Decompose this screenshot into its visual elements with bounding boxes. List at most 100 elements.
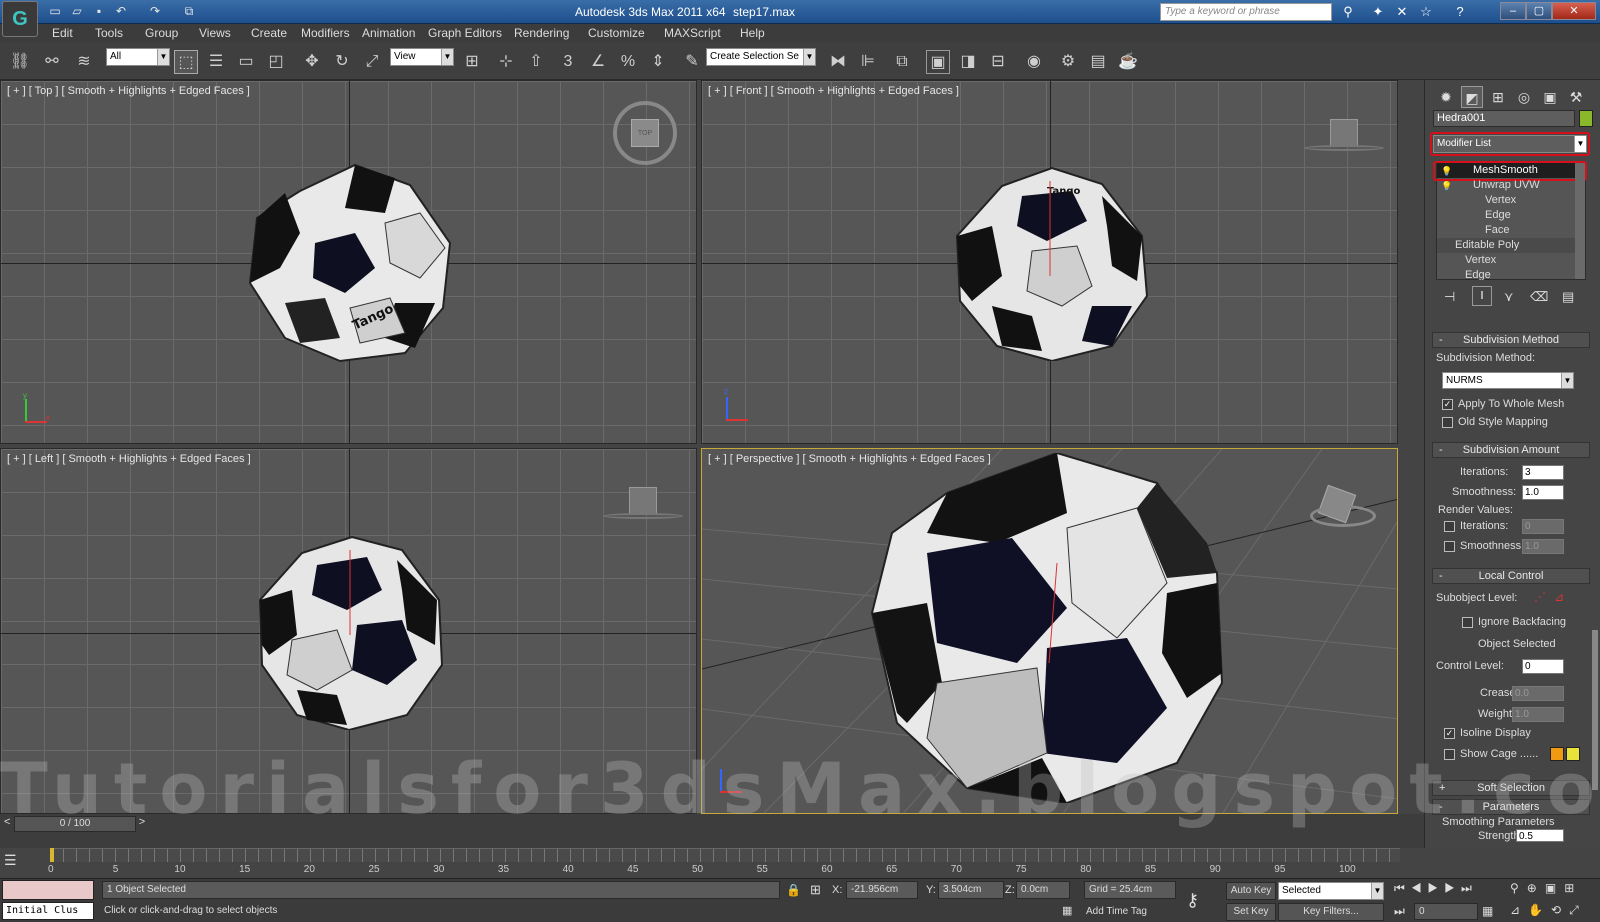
reference-coordinate-dropdown[interactable]: View ▼	[390, 48, 454, 66]
key-filters-button[interactable]: Key Filters...	[1278, 903, 1384, 921]
graphite-ribbon-icon[interactable]: ▣	[926, 50, 950, 74]
curve-editor-icon[interactable]: ◨	[956, 50, 980, 74]
create-tab-icon[interactable]: ✹	[1435, 86, 1457, 108]
key-mode-dropdown[interactable]: Selected ▼	[1278, 882, 1384, 900]
configure-modifier-sets-icon[interactable]: ▤	[1562, 289, 1574, 305]
viewport-label[interactable]: [ + ] [ Front ] [ Smooth + Highlights + …	[708, 85, 959, 97]
percent-snap-icon[interactable]: %	[616, 50, 640, 74]
weight-spinner[interactable]: 1.0	[1512, 707, 1564, 722]
rectangular-selection-icon[interactable]: ▭	[234, 50, 258, 74]
rollout-subdivision-method[interactable]: - Subdivision Method	[1432, 332, 1590, 348]
viewcube[interactable]	[629, 487, 657, 515]
viewport-label[interactable]: [ + ] [ Perspective ] [ Smooth + Highlig…	[708, 453, 991, 465]
stack-item-unwrap-uvw[interactable]: Unwrap UVW	[1437, 178, 1575, 193]
lock-selection-icon[interactable]: 🔒	[786, 883, 801, 897]
add-time-tag-button[interactable]: Add Time Tag	[1086, 906, 1147, 917]
project-folder-icon[interactable]: ⧉	[180, 3, 198, 19]
viewport-label[interactable]: [ + ] [ Left ] [ Smooth + Highlights + E…	[7, 453, 251, 465]
previous-frame-icon[interactable]: ◀	[1411, 881, 1428, 895]
select-and-link-icon[interactable]: ⛓	[8, 50, 32, 74]
render-setup-icon[interactable]: ⚙	[1056, 50, 1080, 74]
remove-modifier-icon[interactable]: ⌫	[1530, 289, 1548, 305]
maxscript-listener-pink[interactable]	[2, 880, 94, 900]
snaps-toggle-icon[interactable]: 3	[556, 50, 580, 74]
named-selection-dropdown[interactable]: Create Selection Se ▼	[706, 48, 816, 66]
layer-manager-icon[interactable]: ⧉	[890, 50, 914, 74]
unlink-icon[interactable]: ⚯	[40, 50, 64, 74]
auto-key-button[interactable]: Auto Key	[1226, 882, 1276, 900]
menu-views[interactable]: Views	[199, 26, 231, 40]
select-and-rotate-icon[interactable]: ↻	[330, 50, 354, 74]
viewcube[interactable]: TOP	[631, 119, 659, 147]
vertex-subobject-icon[interactable]: ⋰	[1534, 590, 1546, 604]
selection-filter-dropdown[interactable]: All ▼	[106, 48, 170, 66]
set-key-key-icon[interactable]: ⚷	[1186, 890, 1199, 911]
render-iterations-checkbox[interactable]	[1444, 521, 1455, 532]
spinner-snap-icon[interactable]: ⇕	[646, 50, 670, 74]
maximize-viewport-icon[interactable]: ⤢	[1569, 903, 1587, 917]
menu-rendering[interactable]: Rendering	[514, 26, 569, 40]
window-crossing-icon[interactable]: ◰	[264, 50, 288, 74]
close-search-icon[interactable]: ✕	[1392, 3, 1412, 21]
favorites-star-icon[interactable]: ☆	[1416, 3, 1436, 21]
stack-item-meshsmooth[interactable]: MeshSmooth	[1437, 163, 1575, 178]
next-frame-icon[interactable]: ▶	[1444, 881, 1461, 895]
orbit-icon[interactable]: ⟲	[1551, 903, 1569, 917]
maximize-button[interactable]: ▢	[1526, 2, 1552, 20]
viewcube[interactable]	[1330, 119, 1358, 147]
viewport-front[interactable]: [ + ] [ Front ] [ Smooth + Highlights + …	[701, 80, 1398, 444]
play-icon[interactable]: ▶	[1428, 881, 1445, 895]
zoom-all-icon[interactable]: ⊕	[1527, 881, 1545, 895]
material-editor-icon[interactable]: ◉	[1022, 50, 1046, 74]
menu-customize[interactable]: Customize	[588, 26, 645, 40]
minimize-button[interactable]: –	[1500, 2, 1526, 20]
go-to-start-icon[interactable]: ⏮	[1394, 881, 1411, 895]
select-by-name-icon[interactable]: ☰	[204, 50, 228, 74]
current-frame-field[interactable]: 0	[1414, 903, 1478, 920]
viewport-top[interactable]: [ + ] [ Top ] [ Smooth + Highlights + Ed…	[0, 80, 697, 444]
pan-icon[interactable]: ✋	[1528, 903, 1551, 917]
make-unique-icon[interactable]: ⋎	[1504, 289, 1514, 305]
open-file-icon[interactable]: ▱	[68, 3, 86, 19]
stack-subitem-edge[interactable]: Edge	[1437, 208, 1575, 223]
bind-space-warp-icon[interactable]: ≋	[72, 50, 96, 74]
isoline-display-checkbox[interactable]: ✓	[1444, 728, 1455, 739]
menu-modifiers[interactable]: Modifiers	[301, 26, 350, 40]
menu-animation[interactable]: Animation	[362, 26, 415, 40]
render-iterations-spinner[interactable]: 0	[1522, 519, 1564, 534]
render-smoothness-checkbox[interactable]	[1444, 541, 1455, 552]
rendered-frame-window-icon[interactable]: ▤	[1086, 50, 1110, 74]
rollout-subdivision-amount[interactable]: - Subdivision Amount	[1432, 442, 1590, 458]
lightbulb-icon[interactable]: 💡	[1441, 166, 1452, 177]
save-icon[interactable]: ▪	[90, 3, 108, 19]
old-style-mapping-checkbox[interactable]	[1442, 417, 1453, 428]
subdivision-method-dropdown[interactable]: NURMS ▼	[1442, 372, 1574, 389]
lightbulb-icon[interactable]: 💡	[1441, 181, 1452, 192]
go-to-end-icon[interactable]: ⏭	[1461, 881, 1478, 895]
stack-scrollbar[interactable]	[1575, 163, 1585, 279]
communication-center-icon[interactable]: ✦	[1368, 3, 1388, 21]
schematic-view-icon[interactable]: ⊟	[986, 50, 1010, 74]
menu-group[interactable]: Group	[145, 26, 178, 40]
y-coordinate-field[interactable]: 3.504cm	[938, 881, 1004, 899]
stack-item-editable-poly[interactable]: Editable Poly	[1437, 238, 1575, 253]
time-tag-icon[interactable]: ▦	[1062, 904, 1072, 917]
zoom-extents-all-icon[interactable]: ⊞	[1564, 881, 1582, 895]
menu-tools[interactable]: Tools	[95, 26, 123, 40]
crease-spinner[interactable]: 0.0	[1512, 686, 1564, 701]
pin-stack-icon[interactable]: ⊣	[1444, 289, 1455, 305]
set-key-button[interactable]: Set Key	[1226, 903, 1276, 921]
keyboard-shortcut-override-icon[interactable]: ⇧	[524, 50, 548, 74]
select-and-scale-icon[interactable]: ⤢	[360, 50, 384, 74]
rollout-local-control[interactable]: - Local Control	[1432, 568, 1590, 584]
key-mode-toggle-icon[interactable]: ⏭	[1394, 904, 1405, 919]
object-color-swatch[interactable]	[1579, 110, 1593, 127]
soccer-ball-mesh[interactable]: Tango	[245, 163, 455, 363]
strength-spinner[interactable]: 0.5	[1516, 829, 1564, 842]
redo-icon[interactable]: ↷	[146, 3, 164, 19]
trackbar-menu-icon[interactable]: ☰	[4, 852, 34, 874]
z-coordinate-field[interactable]: 0.0cm	[1016, 881, 1070, 899]
menu-create[interactable]: Create	[251, 26, 287, 40]
menu-help[interactable]: Help	[740, 26, 765, 40]
maxscript-mini-listener[interactable]: Initial Clus	[2, 902, 94, 920]
